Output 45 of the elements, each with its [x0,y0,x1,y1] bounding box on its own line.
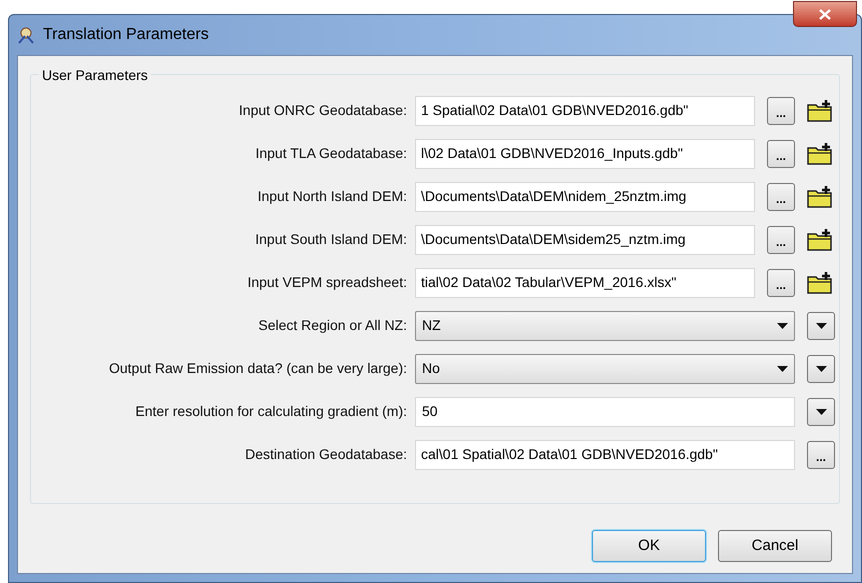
path-field[interactable]: 1 Spatial\02 Data\01 GDB\NVED2016.gdb" [415,96,755,126]
dropdown[interactable]: No [415,354,795,384]
parameter-label: Input South Island DEM: [254,230,408,249]
dropdown-caret-icon [777,366,788,372]
path-field[interactable]: cal\01 Spatial\02 Data\01 GDB\NVED2016.gdb" [415,440,795,470]
path-field[interactable]: tial\02 Data\02 Tabular\VEPM_2016.xlsx" [415,268,755,298]
folder-plus-icon[interactable] [807,142,833,166]
dropdown-value: NZ [422,316,441,335]
browse-button[interactable]: ... [807,440,835,468]
menu-button[interactable] [807,354,835,382]
browse-button[interactable]: ... [767,268,795,296]
parameter-label: Input VEPM spreadsheet: [246,273,408,292]
parameter-label: Input North Island DEM: [256,187,408,206]
close-button[interactable] [793,1,857,27]
text-field[interactable]: 50 [415,396,795,426]
path-field[interactable]: \Documents\Data\DEM\sidem25_nztm.img [415,224,755,254]
caret-icon [816,408,826,414]
parameter-label: Input ONRC Geodatabase: [238,101,408,120]
folder-plus-icon[interactable] [807,270,833,294]
browse-button[interactable]: ... [767,140,795,168]
parameter-label: Select Region or All NZ: [257,316,408,335]
folder-plus-icon[interactable] [807,98,833,122]
dialog-button[interactable]: Cancel [718,530,832,562]
path-field[interactable]: l\02 Data\01 GDB\NVED2016_Inputs.gdb" [415,138,755,168]
parameter-label: Destination Geodatabase: [244,445,408,464]
parameter-label: Enter resolution for calculating gradient (m): [134,402,408,421]
menu-button[interactable] [807,312,835,340]
menu-button[interactable] [807,398,835,426]
close-icon [819,8,831,20]
window-title: Translation Parameters [43,25,209,45]
folder-plus-icon[interactable] [807,184,833,208]
parameter-label: Output Raw Emission data? (can be very large): [108,359,408,378]
dropdown[interactable]: NZ [415,310,795,340]
dropdown-caret-icon [777,322,788,328]
caret-icon [816,366,826,372]
browse-button[interactable]: ... [767,226,795,254]
dropdown-value: No [422,359,440,378]
browse-button[interactable]: ... [767,182,795,210]
folder-plus-icon[interactable] [807,228,833,252]
app-icon [17,26,35,44]
path-field[interactable]: \Documents\Data\DEM\nidem_25nztm.img [415,182,755,212]
browse-button[interactable]: ... [767,96,795,124]
caret-icon [816,322,826,328]
dialog-button[interactable]: OK [592,530,706,562]
parameter-label: Input TLA Geodatabase: [254,144,408,163]
